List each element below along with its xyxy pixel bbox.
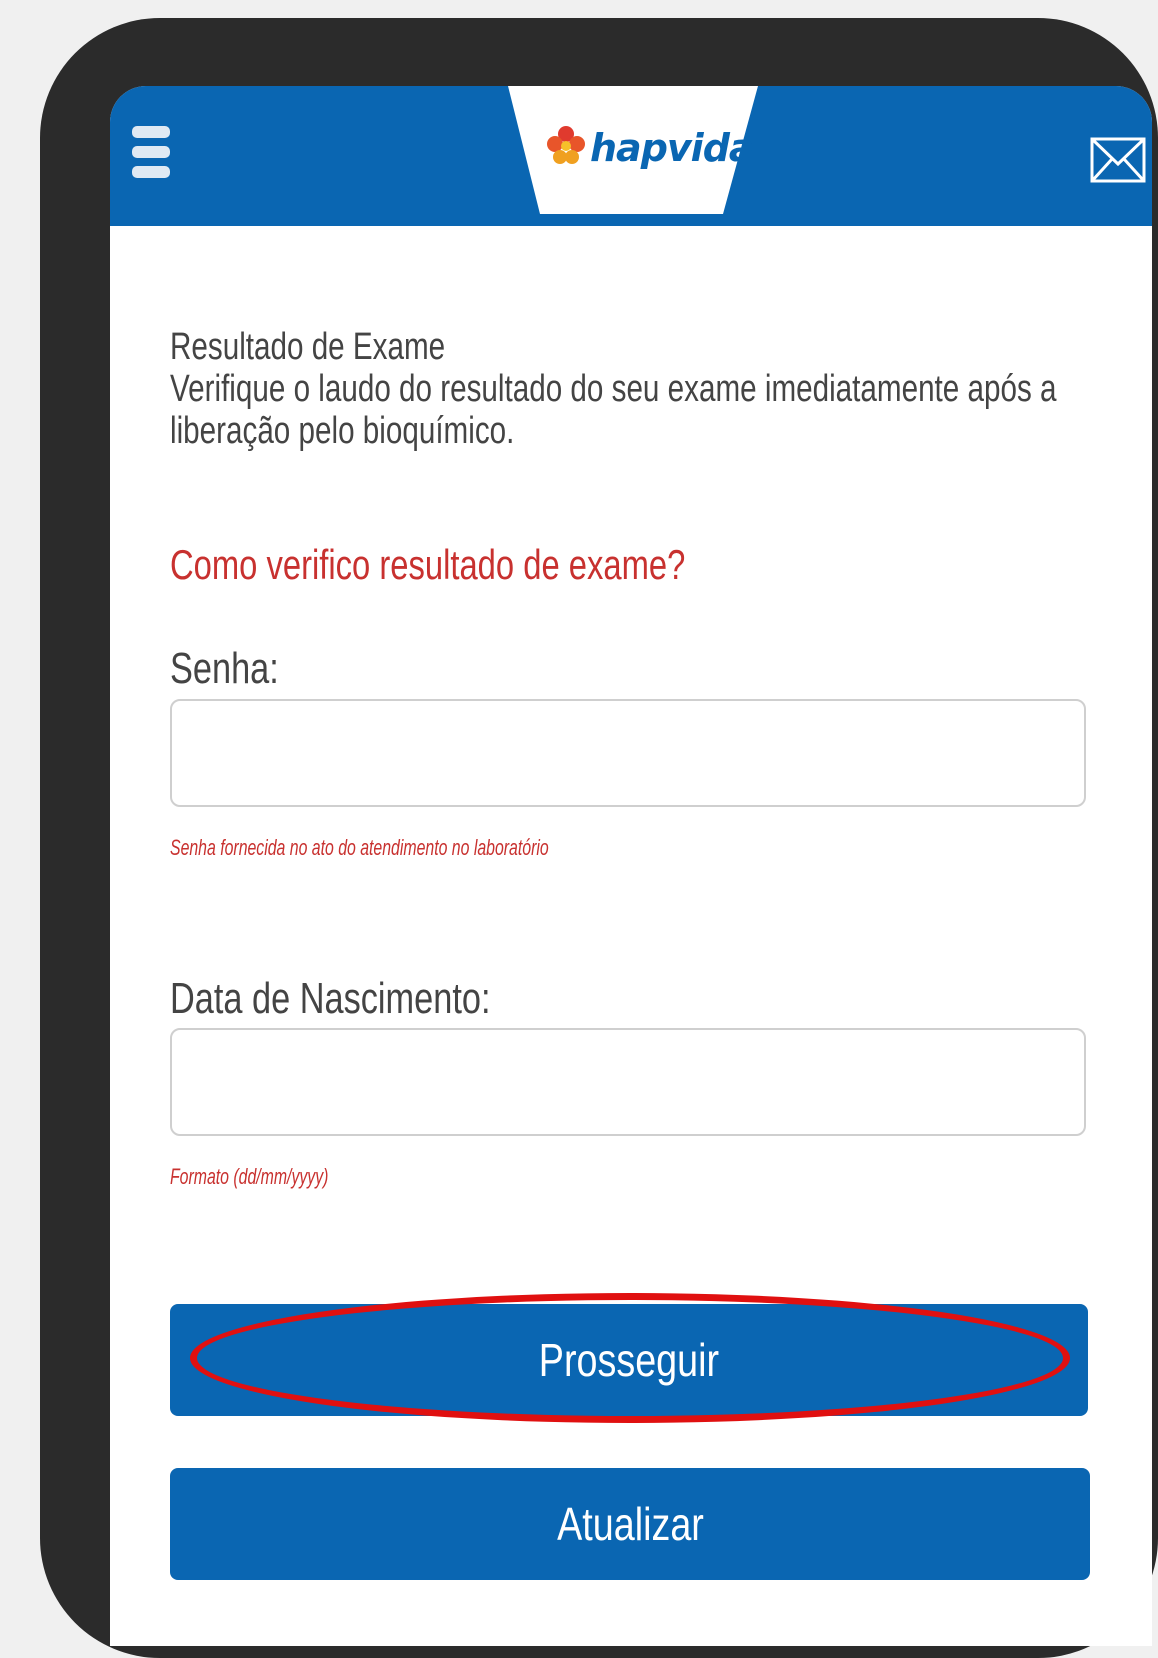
password-input[interactable] bbox=[170, 699, 1086, 807]
page-title: Resultado de Exame bbox=[170, 326, 446, 368]
app-screen: hapvida Resultado de Exame Verifique o l… bbox=[110, 86, 1152, 1646]
help-link[interactable]: Como verifico resultado de exame? bbox=[170, 541, 685, 589]
hapvida-logo-text: hapvida bbox=[590, 126, 755, 170]
intro-text: Resultado de Exame Verifique o laudo do … bbox=[170, 326, 1106, 452]
proceed-button-label: Prosseguir bbox=[538, 1334, 720, 1386]
flower-logo-icon bbox=[547, 126, 585, 164]
page-description: Verifique o laudo do resultado do seu ex… bbox=[170, 368, 1057, 452]
password-hint: Senha fornecida no ato do atendimento no… bbox=[170, 835, 549, 860]
birthdate-label: Data de Nascimento: bbox=[170, 974, 491, 1023]
logo-tab: hapvida bbox=[508, 86, 758, 226]
refresh-button[interactable]: Atualizar bbox=[170, 1468, 1090, 1580]
birthdate-hint: Formato (dd/mm/yyyy) bbox=[170, 1164, 329, 1189]
proceed-button[interactable]: Prosseguir bbox=[170, 1304, 1088, 1416]
birthdate-input[interactable] bbox=[170, 1028, 1086, 1136]
password-label: Senha: bbox=[170, 644, 279, 693]
refresh-button-label: Atualizar bbox=[556, 1498, 704, 1550]
top-bar: hapvida bbox=[110, 86, 1152, 226]
phone-frame: hapvida Resultado de Exame Verifique o l… bbox=[40, 18, 1158, 1658]
envelope-icon[interactable] bbox=[1090, 136, 1146, 184]
hamburger-menu-icon[interactable] bbox=[132, 126, 174, 188]
